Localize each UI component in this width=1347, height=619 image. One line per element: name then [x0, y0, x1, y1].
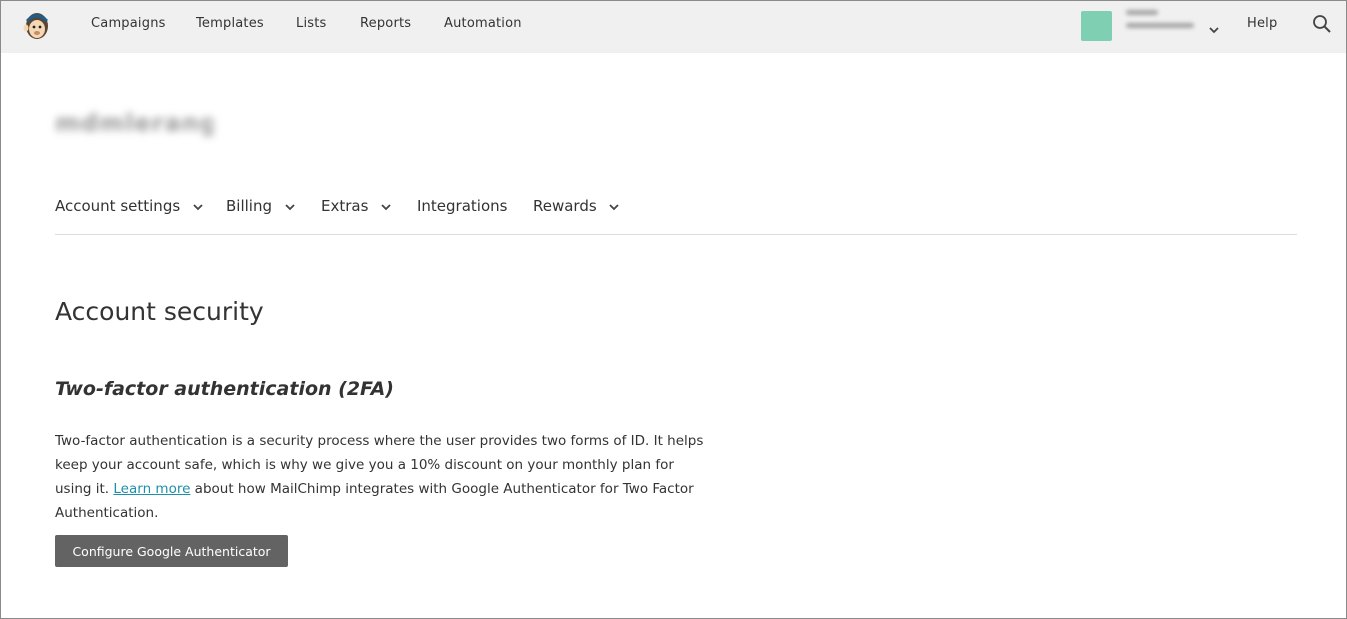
subnav-rewards[interactable]: Rewards [533, 197, 620, 215]
chevron-down-icon [285, 203, 295, 210]
subnav-extras[interactable]: Extras [321, 197, 391, 215]
chevron-down-icon [609, 203, 620, 210]
subnav-integrations[interactable]: Integrations [417, 197, 507, 215]
avatar[interactable] [1081, 11, 1112, 41]
divider [55, 234, 1297, 235]
app-window: Campaigns Templates Lists Reports Automa… [0, 0, 1347, 619]
chevron-down-icon[interactable] [1209, 19, 1219, 38]
mailchimp-logo-icon[interactable] [21, 8, 53, 42]
subnav-billing[interactable]: Billing [226, 197, 295, 215]
account-name-redacted[interactable] [1126, 10, 1198, 42]
account-org-name-redacted: mdmlerange [55, 109, 213, 137]
chevron-down-icon [381, 203, 391, 210]
subnav-label: Rewards [533, 197, 597, 215]
chevron-down-icon [193, 203, 203, 210]
subnav-label: Account settings [55, 197, 181, 215]
learn-more-link[interactable]: Learn more [113, 481, 190, 497]
nav-reports[interactable]: Reports [360, 16, 411, 31]
nav-automation[interactable]: Automation [444, 16, 522, 31]
subnav-label: Billing [226, 197, 272, 215]
nav-templates[interactable]: Templates [196, 16, 264, 31]
configure-google-authenticator-button[interactable]: Configure Google Authenticator [55, 535, 288, 567]
section-title: Two-factor authentication (2FA) [55, 378, 394, 400]
top-navigation-bar: Campaigns Templates Lists Reports Automa… [1, 1, 1346, 53]
nav-lists[interactable]: Lists [296, 16, 327, 31]
subnav-label: Extras [321, 197, 369, 215]
search-icon[interactable] [1312, 14, 1332, 34]
2fa-description: Two-factor authentication is a security … [55, 429, 705, 525]
nav-campaigns[interactable]: Campaigns [91, 16, 166, 31]
nav-help[interactable]: Help [1247, 16, 1277, 31]
page-title: Account security [55, 297, 264, 326]
subnav-account-settings[interactable]: Account settings [55, 197, 203, 215]
